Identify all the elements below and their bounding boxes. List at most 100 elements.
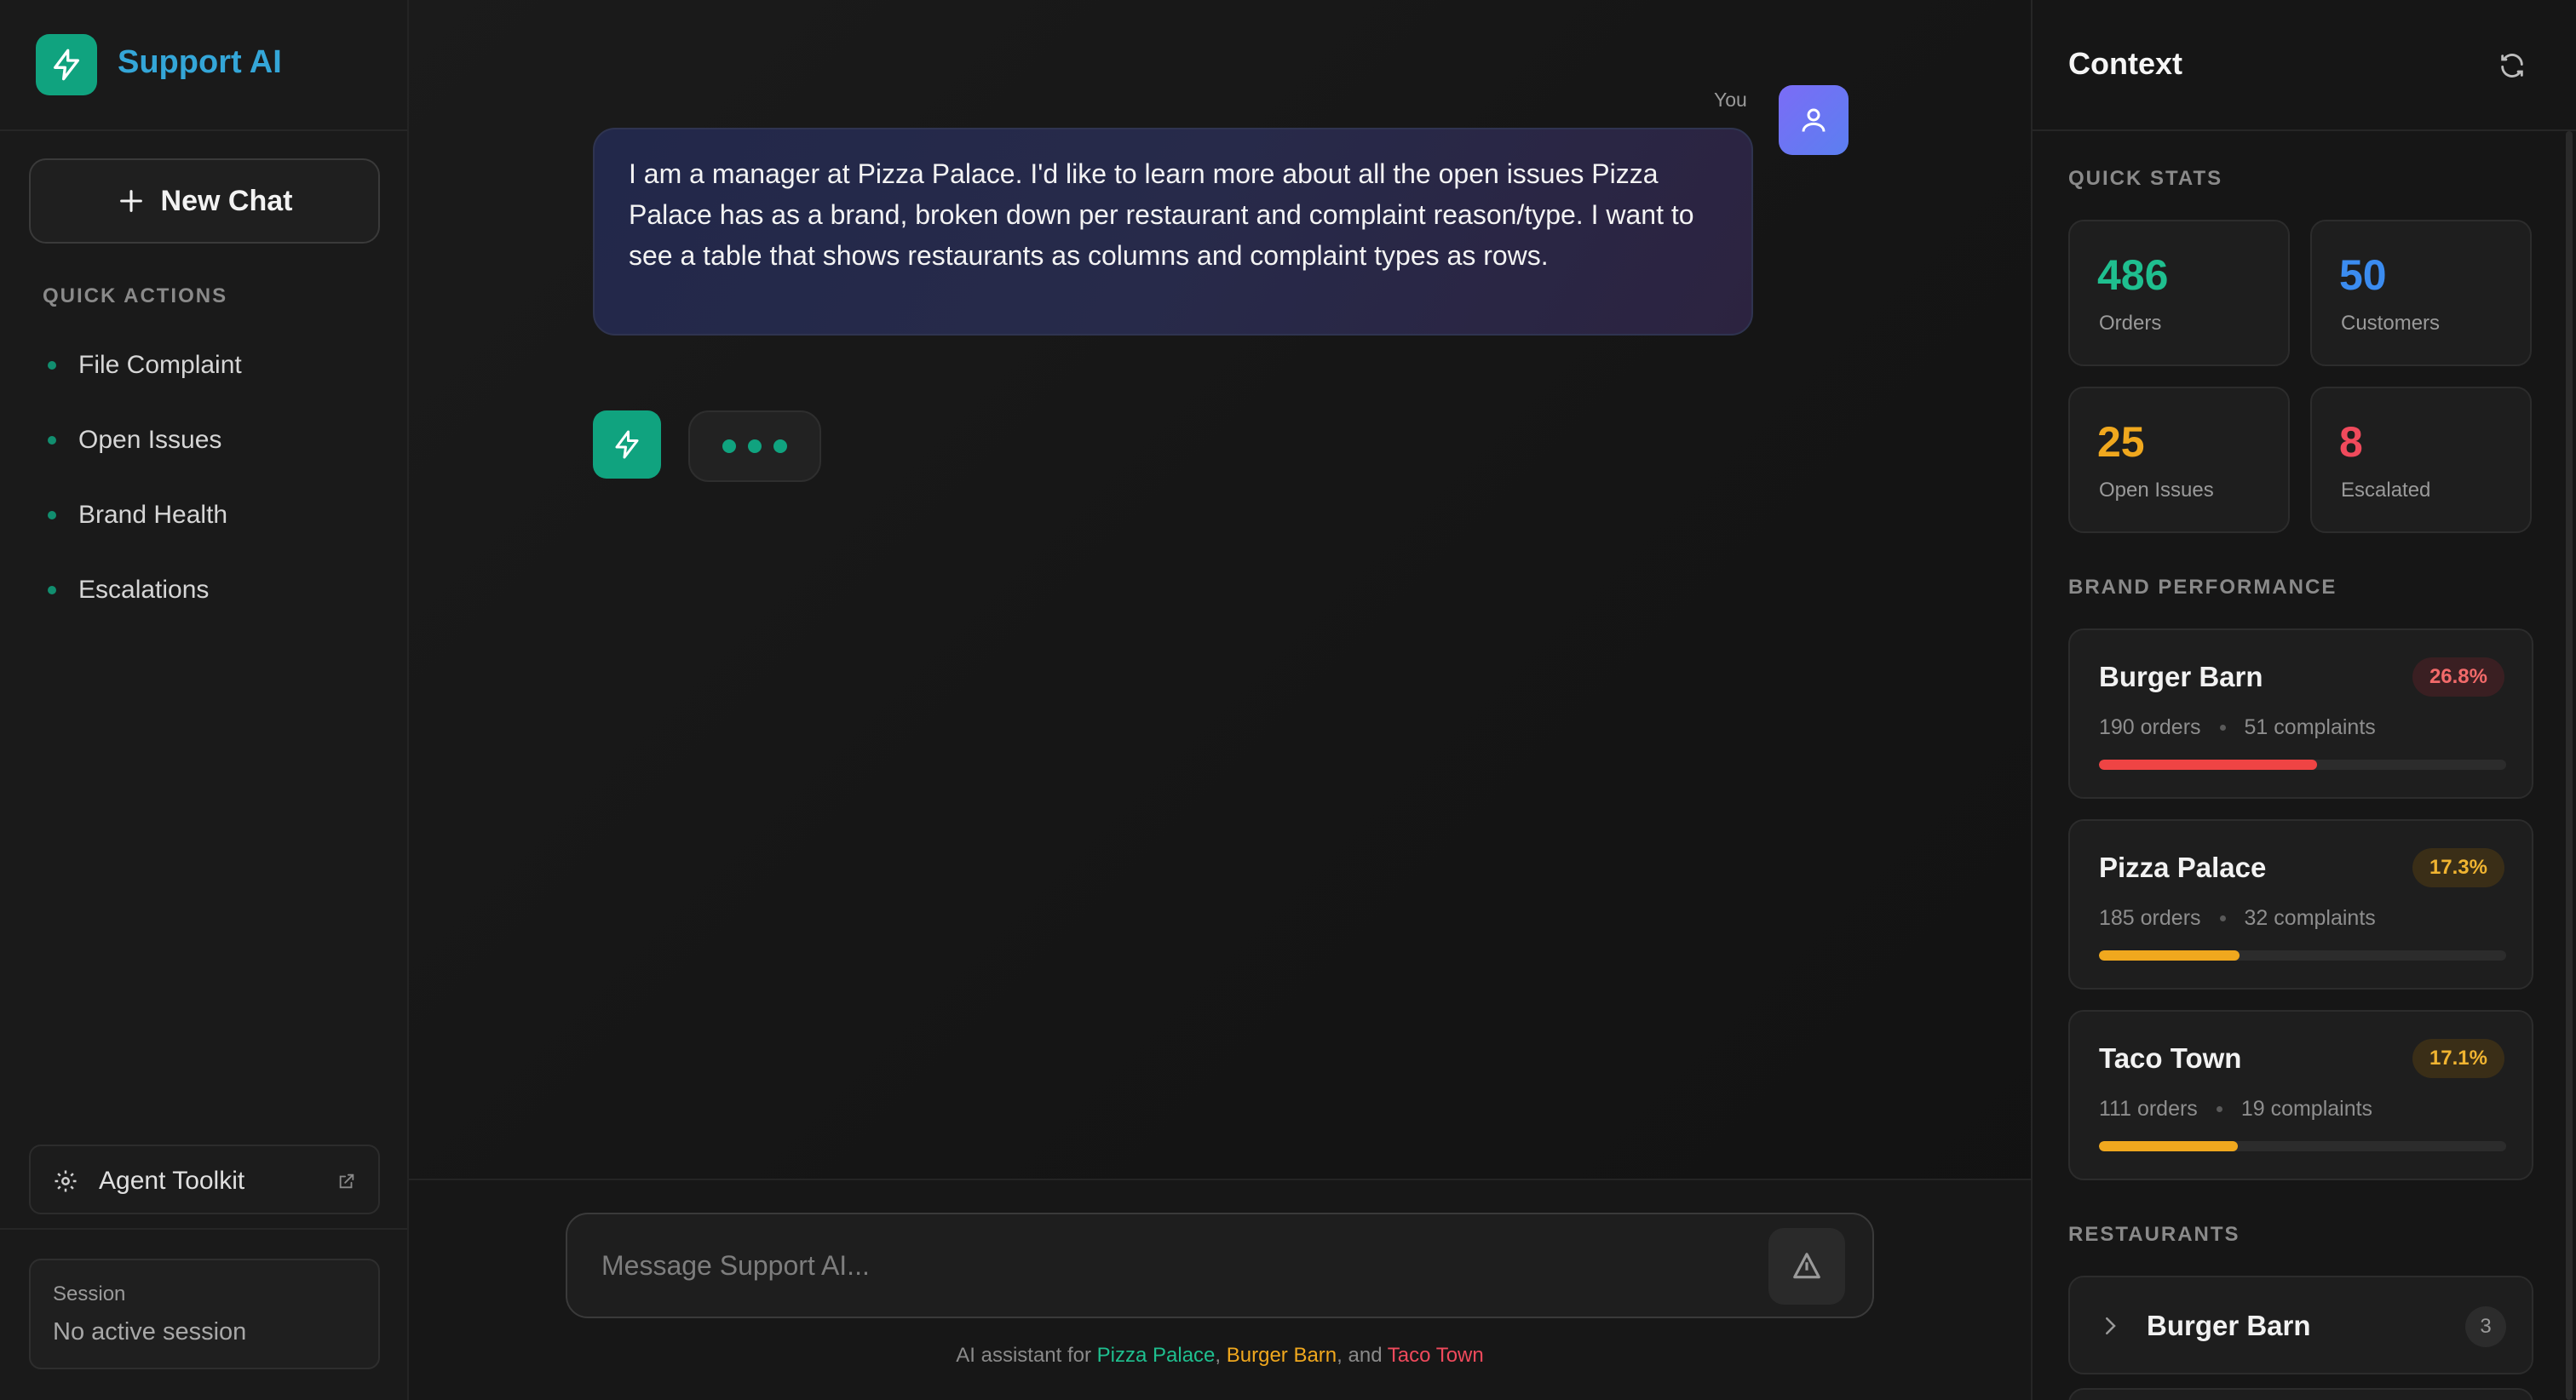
complaint-progress-fill <box>2099 1141 2239 1151</box>
separator-dot-icon <box>2219 725 2226 731</box>
agent-toolkit-link[interactable]: Agent Toolkit <box>29 1145 380 1214</box>
agent-toolkit-label: Agent Toolkit <box>99 1167 245 1195</box>
context-panel: Context QUICK STATS 486 Orders 50 Custom… <box>2031 0 2576 1400</box>
brand-name: Burger Barn <box>2099 661 2263 692</box>
stat-value: 50 <box>2339 251 2387 299</box>
send-icon <box>1793 1253 1820 1279</box>
context-title: Context <box>2068 46 2182 81</box>
quick-action-label: Escalations <box>78 576 210 604</box>
stat-value: 25 <box>2097 418 2145 466</box>
brand-orders: 111 orders <box>2099 1097 2198 1121</box>
brand-meta: 190 orders 51 complaints <box>2099 715 2376 740</box>
footer-brand-pizza-palace: Pizza Palace <box>1096 1344 1216 1367</box>
brand-card-taco-town[interactable]: Taco Town 17.1% 111 orders 19 complaints <box>2068 1010 2533 1180</box>
new-chat-label: New Chat <box>160 184 293 217</box>
quick-action-label: Brand Health <box>78 501 228 529</box>
restaurant-group-name: Burger Barn <box>2147 1310 2311 1341</box>
sidebar-header: Support AI <box>0 0 407 131</box>
restaurant-group-burger-barn[interactable]: Burger Barn 3 <box>2068 1276 2533 1374</box>
typing-indicator <box>688 410 821 482</box>
brand-name: Pizza Palace <box>2099 852 2267 883</box>
plus-icon <box>119 190 142 212</box>
brand-complaints: 51 complaints <box>2244 715 2376 739</box>
restaurants-heading: RESTAURANTS <box>2068 1223 2240 1246</box>
message-input[interactable] <box>601 1240 1734 1291</box>
stat-card-orders: 486 Orders <box>2068 220 2290 366</box>
refresh-icon <box>2501 54 2523 77</box>
session-card: Session No active session <box>29 1259 380 1369</box>
stat-value: 486 <box>2097 251 2169 299</box>
bullet-dot-icon <box>48 511 56 519</box>
typing-dot <box>773 439 787 453</box>
assistant-lightning-icon <box>593 410 661 479</box>
quick-action-label: File Complaint <box>78 351 242 379</box>
bullet-dot-icon <box>48 586 56 594</box>
complaint-progress-fill <box>2099 760 2318 770</box>
quick-stats-heading: QUICK STATS <box>2068 167 2223 190</box>
complaint-progress-fill <box>2099 950 2240 961</box>
footer-prefix: AI assistant for <box>956 1344 1097 1367</box>
brand-orders: 185 orders <box>2099 906 2201 930</box>
quick-actions-heading: QUICK ACTIONS <box>43 284 228 307</box>
brand-complaints: 19 complaints <box>2240 1097 2373 1121</box>
complaint-rate-badge: 17.3% <box>2412 848 2504 887</box>
context-scrollbar[interactable] <box>2566 131 2573 1400</box>
chat-area: You I am a manager at Pizza Palace. I'd … <box>409 0 2031 1400</box>
brand-performance-heading: BRAND PERFORMANCE <box>2068 576 2337 599</box>
lightning-logo-icon <box>36 34 97 95</box>
chevron-right-icon <box>2106 1317 2116 1334</box>
brand-orders: 190 orders <box>2099 715 2201 739</box>
separator-dot-icon <box>2219 915 2226 921</box>
quick-action-open-issues[interactable]: Open Issues <box>48 419 221 462</box>
brand-meta: 185 orders 32 complaints <box>2099 906 2376 931</box>
app-title: Support AI <box>118 44 282 80</box>
quick-action-escalations[interactable]: Escalations <box>48 569 209 611</box>
brand-meta: 111 orders 19 complaints <box>2099 1097 2372 1122</box>
stat-label: Customers <box>2341 312 2441 335</box>
stat-label: Open Issues <box>2099 479 2214 502</box>
session-label: Session <box>53 1282 126 1305</box>
new-chat-button[interactable]: New Chat <box>29 158 380 244</box>
stat-card-open-issues: 25 Open Issues <box>2068 387 2290 533</box>
complaint-rate-badge: 26.8% <box>2412 657 2504 697</box>
composer-area: AI assistant for Pizza Palace, Burger Ba… <box>409 1179 2031 1400</box>
quick-action-brand-health[interactable]: Brand Health <box>48 494 227 536</box>
stat-card-escalated: 8 Escalated <box>2310 387 2532 533</box>
bullet-dot-icon <box>48 361 56 370</box>
typing-dot <box>722 439 736 453</box>
footer-separator: , and <box>1337 1344 1388 1367</box>
stat-card-customers: 50 Customers <box>2310 220 2532 366</box>
message-composer <box>566 1213 1874 1318</box>
sidebar-divider <box>0 1228 407 1230</box>
brand-card-burger-barn[interactable]: Burger Barn 26.8% 190 orders 51 complain… <box>2068 628 2533 799</box>
brand-name: Taco Town <box>2099 1042 2242 1074</box>
restaurant-group-next[interactable] <box>2068 1388 2533 1400</box>
user-avatar-icon <box>1779 85 1849 155</box>
stat-label: Orders <box>2099 312 2162 335</box>
restaurant-count-badge: 3 <box>2465 1306 2506 1347</box>
brand-card-pizza-palace[interactable]: Pizza Palace 17.3% 185 orders 32 complai… <box>2068 819 2533 990</box>
user-message-bubble: I am a manager at Pizza Palace. I'd like… <box>593 128 1753 336</box>
bullet-dot-icon <box>48 436 56 445</box>
footer-separator: , <box>1215 1344 1227 1367</box>
quick-action-label: Open Issues <box>78 426 222 454</box>
footer-note: AI assistant for Pizza Palace, Burger Ba… <box>409 1344 2031 1368</box>
separator-dot-icon <box>2216 1106 2222 1112</box>
complaint-progress-track <box>2099 950 2506 961</box>
stat-value: 8 <box>2339 418 2363 466</box>
external-link-icon <box>339 1173 354 1189</box>
session-status: No active session <box>53 1318 247 1345</box>
complaint-progress-track <box>2099 1141 2506 1151</box>
refresh-button[interactable] <box>2493 46 2532 85</box>
send-button[interactable] <box>1768 1228 1845 1305</box>
complaint-progress-track <box>2099 760 2506 770</box>
stat-label: Escalated <box>2341 479 2431 502</box>
brand-complaints: 32 complaints <box>2244 906 2376 930</box>
user-sender-label: You <box>1714 89 1747 111</box>
quick-action-file-complaint[interactable]: File Complaint <box>48 344 242 387</box>
footer-brand-taco-town: Taco Town <box>1387 1344 1484 1367</box>
footer-brand-burger-barn: Burger Barn <box>1226 1344 1337 1367</box>
context-header: Context <box>2033 0 2576 131</box>
typing-dot <box>748 439 762 453</box>
complaint-rate-badge: 17.1% <box>2412 1039 2504 1078</box>
